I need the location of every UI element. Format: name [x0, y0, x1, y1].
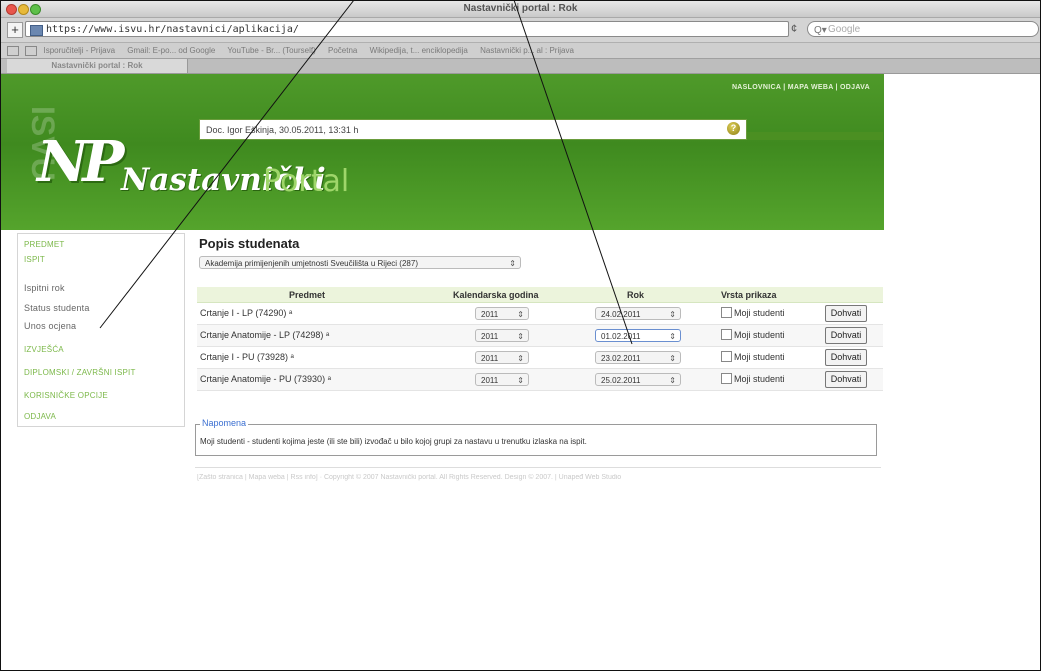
callout-line-rok-select: [513, 0, 633, 345]
callout-line-unos-ocjena: [99, 0, 355, 329]
callout-lines: [99, 0, 633, 345]
